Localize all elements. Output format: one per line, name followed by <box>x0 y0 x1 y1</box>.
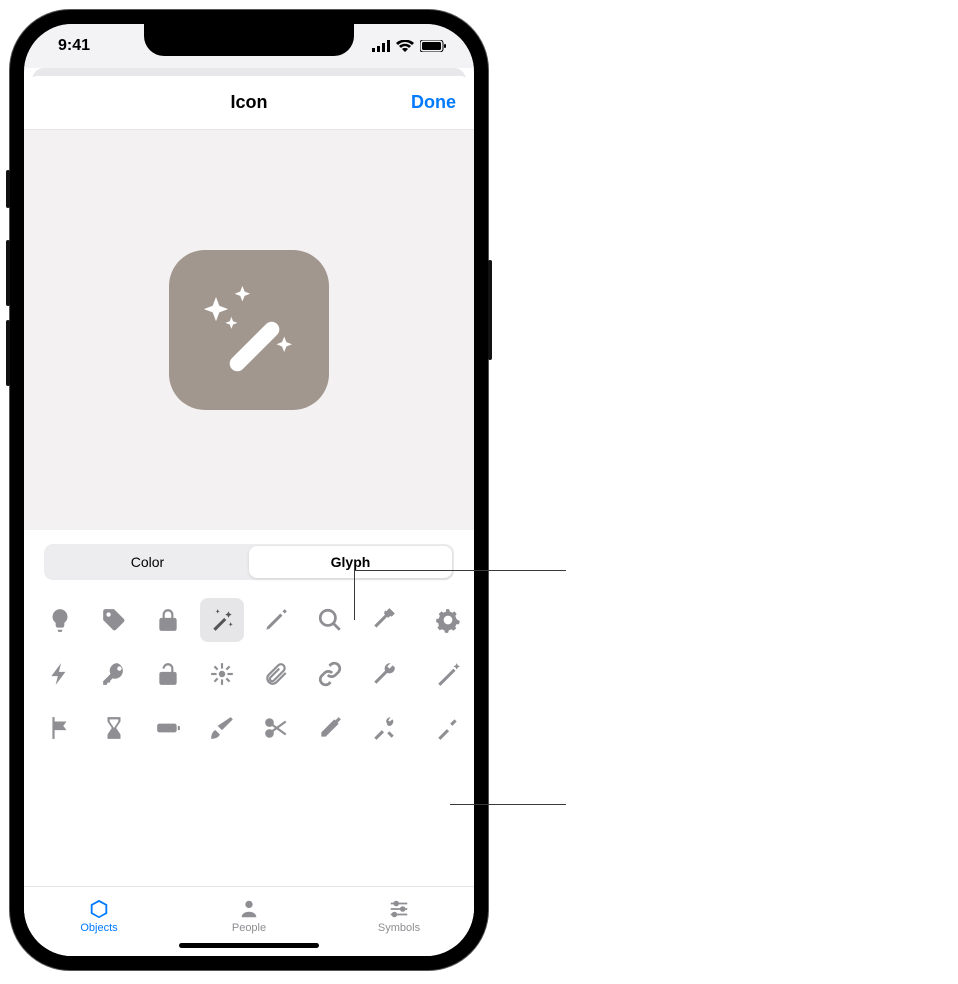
page-title: Icon <box>230 92 267 113</box>
glyph-bolt[interactable] <box>38 652 82 696</box>
callout-line <box>450 804 566 805</box>
magic-wand-icon <box>209 607 235 633</box>
tab-people[interactable]: People <box>174 887 324 944</box>
nav-bar: Icon Done <box>24 76 474 130</box>
glyph-wand-alt[interactable] <box>416 652 460 696</box>
link-icon <box>317 661 343 687</box>
glyph-key[interactable] <box>92 652 136 696</box>
glyph-hammer[interactable] <box>362 598 406 642</box>
lock-icon <box>155 607 181 633</box>
sliders-icon <box>386 898 412 920</box>
callout-line <box>354 570 355 620</box>
eyedropper-icon <box>317 715 343 741</box>
glyph-paperclip[interactable] <box>254 652 298 696</box>
glyph-tag[interactable] <box>92 598 136 642</box>
cube-icon <box>86 898 112 920</box>
tools-icon <box>371 715 397 741</box>
app-icon-preview <box>169 250 329 410</box>
person-icon <box>236 898 262 920</box>
magic-wand-icon <box>194 275 304 385</box>
brush-icon <box>209 715 235 741</box>
pencil-icon <box>263 607 289 633</box>
bolt-icon <box>47 661 73 687</box>
glyph-tools[interactable] <box>362 706 406 750</box>
scissors-icon <box>263 715 289 741</box>
tab-objects[interactable]: Objects <box>24 887 174 944</box>
glyph-eyedropper[interactable] <box>308 706 352 750</box>
done-button[interactable]: Done <box>411 92 456 113</box>
glyph-link[interactable] <box>308 652 352 696</box>
glyph-brush[interactable] <box>200 706 244 750</box>
notch <box>144 24 354 56</box>
phone-frame: 9:41 Icon Done <box>10 10 488 970</box>
wrench-icon <box>371 661 397 687</box>
hammer-icon <box>371 607 397 633</box>
hourglass-icon <box>101 715 127 741</box>
glyph-scissors[interactable] <box>254 706 298 750</box>
glyph-lock[interactable] <box>146 598 190 642</box>
icon-preview <box>24 130 474 530</box>
segmented-control-wrap: Color Glyph <box>24 530 474 590</box>
segment-glyph[interactable]: Glyph <box>249 546 452 578</box>
lightbulb-icon <box>47 607 73 633</box>
glyph-search[interactable] <box>308 598 352 642</box>
callout-line <box>354 570 566 571</box>
glyph-flag[interactable] <box>38 706 82 750</box>
glyph-gear[interactable] <box>416 598 460 642</box>
tab-symbols[interactable]: Symbols <box>324 887 474 944</box>
sparkle-burst-icon <box>209 661 235 687</box>
side-button-silence <box>6 170 10 208</box>
tab-label: People <box>232 922 266 934</box>
glyph-wrench[interactable] <box>362 652 406 696</box>
key-icon <box>101 661 127 687</box>
segmented-control: Color Glyph <box>44 544 454 580</box>
side-button-volume-up <box>6 240 10 306</box>
battery-icon <box>420 40 446 52</box>
glyph-hourglass[interactable] <box>92 706 136 750</box>
screwdriver-icon <box>425 715 451 741</box>
glyph-screwdriver[interactable] <box>416 706 460 750</box>
tab-label: Symbols <box>378 922 420 934</box>
glyph-battery[interactable] <box>146 706 190 750</box>
wifi-icon <box>396 40 414 52</box>
cellular-icon <box>372 40 390 52</box>
segment-color[interactable]: Color <box>46 546 249 578</box>
sheet: Icon Done <box>24 76 474 956</box>
status-time: 9:41 <box>58 37 90 55</box>
glyph-sparkle-burst[interactable] <box>200 652 244 696</box>
search-icon <box>317 607 343 633</box>
glyph-pencil[interactable] <box>254 598 298 642</box>
side-button-volume-down <box>6 320 10 386</box>
side-button-power <box>488 260 492 360</box>
wand-alt-icon <box>425 661 451 687</box>
paperclip-icon <box>263 661 289 687</box>
tab-label: Objects <box>80 922 117 934</box>
status-indicators <box>372 40 446 52</box>
tag-icon <box>101 607 127 633</box>
home-indicator[interactable] <box>179 943 319 948</box>
gear-icon <box>425 607 451 633</box>
battery-icon <box>155 715 181 741</box>
screen: 9:41 Icon Done <box>24 24 474 956</box>
glyph-grid <box>24 590 474 754</box>
glyph-unlock[interactable] <box>146 652 190 696</box>
unlock-icon <box>155 661 181 687</box>
glyph-magic-wand[interactable] <box>200 598 244 642</box>
glyph-lightbulb[interactable] <box>38 598 82 642</box>
flag-icon <box>47 715 73 741</box>
